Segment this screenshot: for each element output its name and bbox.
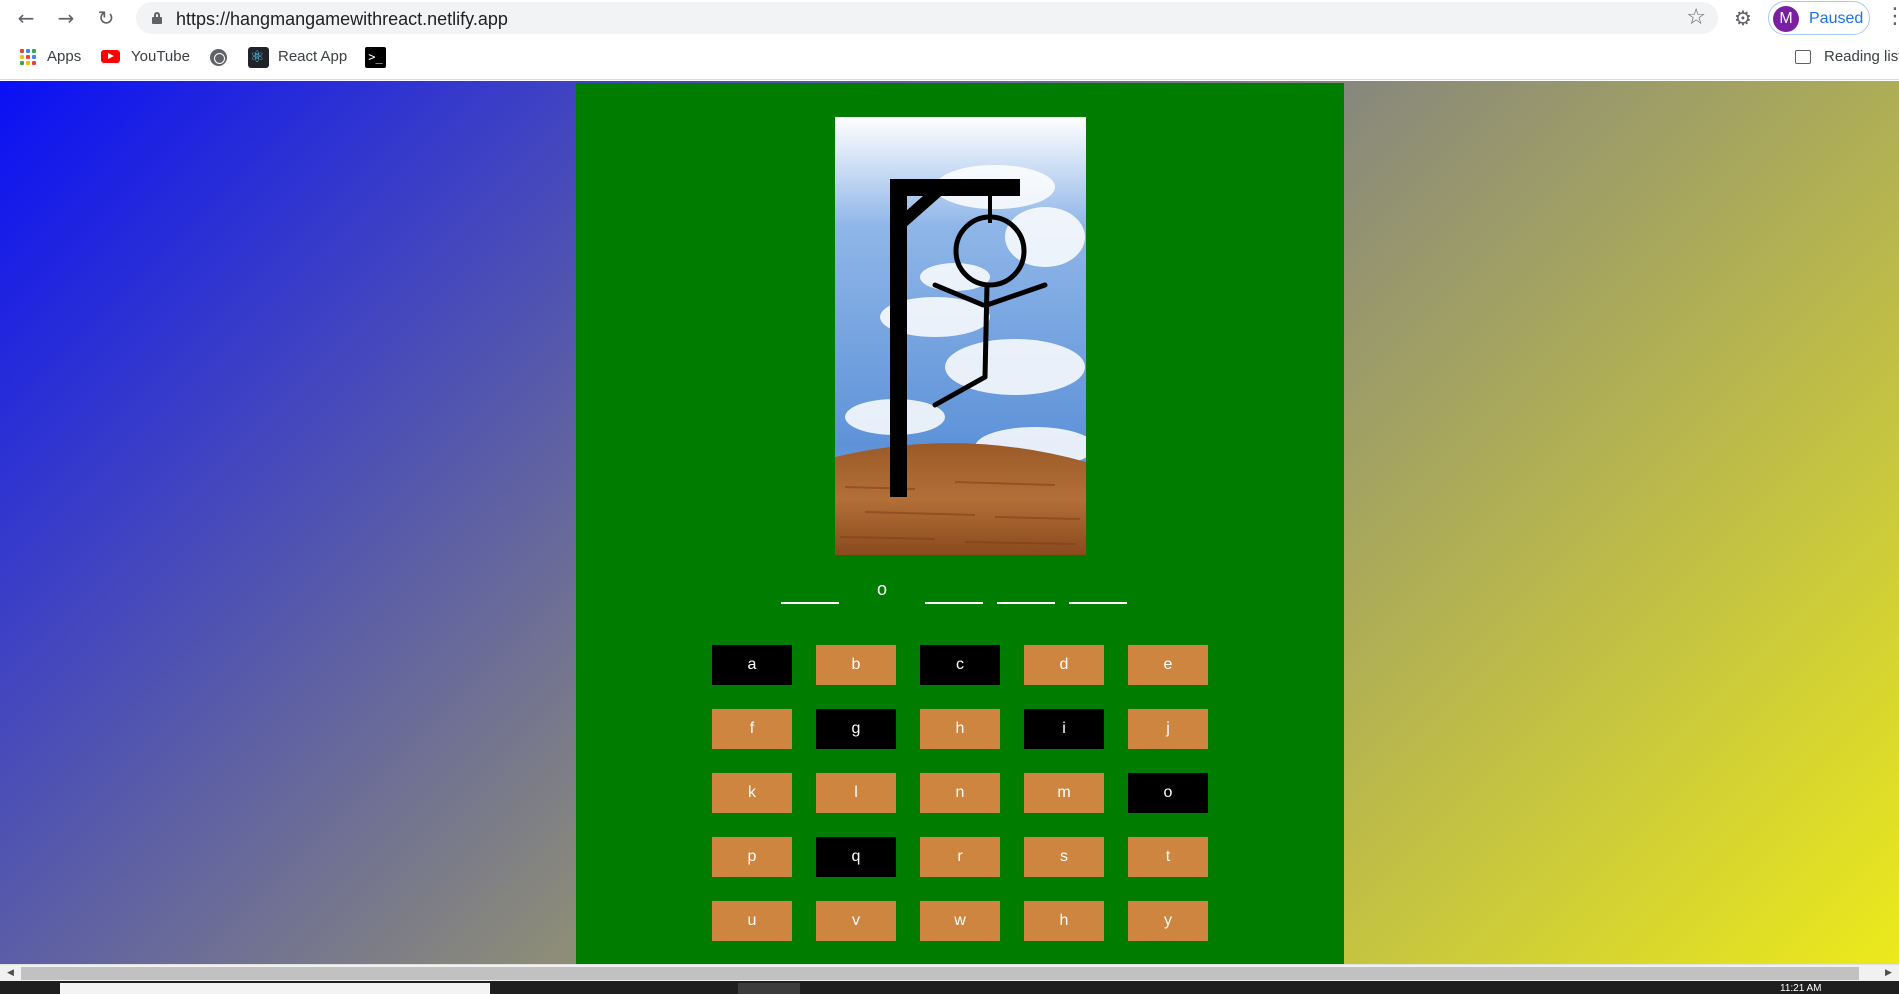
apps-grid-icon[interactable] (20, 49, 36, 65)
letter-key[interactable]: t (1128, 837, 1208, 877)
letter-key[interactable]: w (920, 901, 1000, 941)
letter-slot (925, 580, 983, 604)
url-text[interactable]: https://hangmangamewithreact.netlify.app (176, 9, 508, 30)
scrollbar-thumb[interactable] (21, 967, 1859, 980)
horizontal-scrollbar[interactable]: ◀ ▶ (0, 964, 1899, 981)
browser-toolbar: ← → ↻ https://hangmangamewithreact.netli… (0, 0, 1899, 36)
letter-key[interactable]: h (920, 709, 1000, 749)
forward-arrow-icon[interactable]: → (54, 6, 78, 30)
reload-icon[interactable]: ↻ (94, 6, 118, 30)
back-arrow-icon[interactable]: ← (14, 6, 38, 30)
scroll-left-icon[interactable]: ◀ (2, 965, 19, 982)
page-viewport: o a b c d e f g h i j k l n m o p q r s … (0, 81, 1899, 964)
profile-button[interactable]: M Paused (1768, 1, 1870, 35)
letter-key[interactable]: h (1024, 901, 1104, 941)
bookmark-youtube[interactable]: YouTube (131, 48, 190, 65)
lock-icon[interactable] (152, 12, 162, 24)
react-icon[interactable] (248, 47, 269, 68)
letter-key[interactable]: q (816, 837, 896, 877)
avatar: M (1773, 6, 1799, 32)
letter-key[interactable]: l (816, 773, 896, 813)
letter-key[interactable]: s (1024, 837, 1104, 877)
scroll-right-icon[interactable]: ▶ (1880, 965, 1897, 982)
letter-key[interactable]: i (1024, 709, 1104, 749)
letter-key[interactable]: f (712, 709, 792, 749)
letter-key[interactable]: g (816, 709, 896, 749)
letter-slot (781, 580, 839, 604)
taskbar-search[interactable] (60, 983, 490, 994)
letter-key[interactable]: c (920, 645, 1000, 685)
letter-key[interactable]: m (1024, 773, 1104, 813)
letter-slot (1069, 580, 1127, 604)
reading-list-link[interactable]: Reading list (1824, 48, 1899, 65)
taskbar-active-app[interactable] (738, 983, 800, 994)
os-taskbar: 11:21 AM (0, 981, 1899, 994)
letter-key[interactable]: k (712, 773, 792, 813)
youtube-icon[interactable] (101, 50, 120, 63)
menu-icon[interactable]: ⋮ (1884, 4, 1899, 29)
reading-list-icon[interactable] (1795, 50, 1811, 64)
letter-key[interactable]: o (1128, 773, 1208, 813)
letter-key[interactable]: d (1024, 645, 1104, 685)
star-icon[interactable]: ☆ (1686, 5, 1706, 30)
letter-key[interactable]: u (712, 901, 792, 941)
letter-key[interactable]: n (920, 773, 1000, 813)
game-panel: o a b c d e f g h i j k l n m o p q r s … (576, 83, 1344, 964)
bookmarks-bar: Apps YouTube React App >_ Reading list (0, 36, 1899, 80)
hangman-image (835, 117, 1086, 555)
letter-key[interactable]: e (1128, 645, 1208, 685)
globe-icon[interactable] (210, 49, 227, 66)
word-display: o (576, 580, 1344, 610)
letter-key[interactable]: p (712, 837, 792, 877)
extensions-icon[interactable]: ⚙ (1734, 6, 1752, 30)
bookmark-react-app[interactable]: React App (278, 48, 347, 65)
taskbar-clock: 11:21 AM (1780, 983, 1822, 994)
letter-slot (997, 580, 1055, 604)
letter-key[interactable]: j (1128, 709, 1208, 749)
letter-key[interactable]: v (816, 901, 896, 941)
terminal-icon[interactable]: >_ (365, 47, 386, 68)
letter-key[interactable]: y (1128, 901, 1208, 941)
letter-key[interactable]: a (712, 645, 792, 685)
profile-status: Paused (1809, 10, 1864, 27)
letter-key[interactable]: b (816, 645, 896, 685)
bookmark-apps[interactable]: Apps (47, 48, 81, 65)
letter-slot: o (876, 579, 887, 599)
address-bar[interactable]: https://hangmangamewithreact.netlify.app… (136, 2, 1718, 34)
letter-key[interactable]: r (920, 837, 1000, 877)
